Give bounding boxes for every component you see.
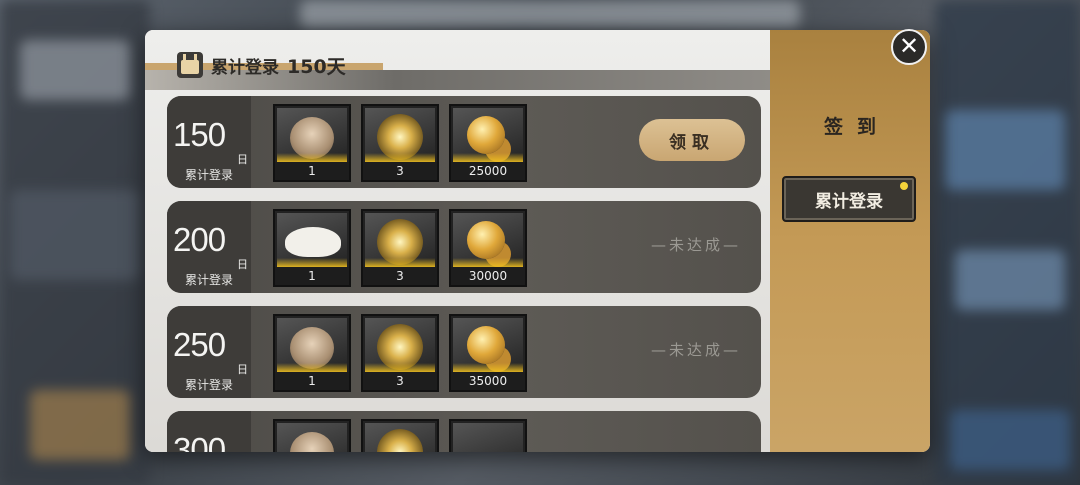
reward-item[interactable]: 1 [273, 209, 351, 287]
day-number: 300 [173, 431, 226, 452]
item-count: 3 [363, 267, 437, 285]
reward-item[interactable]: 35000 [449, 314, 527, 392]
item-count: 3 [363, 162, 437, 180]
reward-items: 1 3 30000 [273, 209, 527, 287]
day-number: 150 [173, 116, 226, 153]
day-counter: 150 日 累计登录 [167, 96, 251, 188]
day-caption: 累计登录 [184, 273, 233, 287]
day-caption: 累计登录 [184, 168, 233, 182]
tab-sidebar: 签到 累计登录 [770, 30, 930, 452]
reward-items: 1 3 35000 [273, 314, 527, 392]
calendar-icon [177, 52, 203, 78]
treasure-chest-icon [453, 423, 523, 452]
status-not-reached: —未达成— [650, 236, 741, 254]
gold-coins-icon [453, 213, 523, 268]
title-label: 累计登录 [211, 57, 279, 78]
reward-row-150: 150 日 累计登录 1 3 25000 领取 [167, 96, 761, 188]
item-count: 3 [363, 372, 437, 390]
reward-item[interactable]: 30000 [449, 209, 527, 287]
item-count: 1 [275, 372, 349, 390]
reward-row-200: 200 日 累计登录 1 3 30000 —未达成— [167, 201, 761, 293]
glowing-orb-icon [365, 318, 435, 373]
close-icon: ✕ [898, 32, 920, 60]
glowing-orb-icon [365, 423, 435, 452]
glowing-orb-icon [365, 108, 435, 163]
reward-item[interactable] [273, 419, 351, 452]
reward-item[interactable]: 1 [273, 104, 351, 182]
day-caption: 累计登录 [184, 378, 233, 392]
item-count: 35000 [451, 372, 525, 390]
reward-item[interactable]: 3 [361, 209, 439, 287]
notification-dot [900, 182, 908, 190]
reward-items [273, 419, 527, 452]
reward-item[interactable]: 3 [361, 314, 439, 392]
character-avatar-icon [277, 108, 347, 163]
day-counter: 300 [167, 411, 251, 452]
character-avatar-icon [277, 213, 347, 268]
panel-title: 累计登录 150天 [177, 50, 346, 80]
gold-coins-icon [453, 318, 523, 373]
tab-checkin[interactable]: 签到 [770, 112, 930, 139]
item-count: 1 [275, 162, 349, 180]
reward-row-250: 250 日 累计登录 1 3 35000 —未达成— [167, 306, 761, 398]
day-counter: 200 日 累计登录 [167, 201, 251, 293]
reward-list-area: 累计登录 150天 150 日 累计登录 1 3 25000 领取 200 日 … [145, 30, 770, 452]
character-avatar-icon [277, 318, 347, 373]
reward-item[interactable]: 3 [361, 104, 439, 182]
tab-cumulative-label: 累计登录 [815, 191, 883, 212]
reward-item[interactable]: 1 [273, 314, 351, 392]
close-button[interactable]: ✕ [891, 29, 927, 65]
reward-item[interactable]: 25000 [449, 104, 527, 182]
glowing-orb-icon [365, 213, 435, 268]
claim-button[interactable]: 领取 [639, 119, 745, 161]
cumulative-login-panel: 累计登录 150天 150 日 累计登录 1 3 25000 领取 200 日 … [145, 30, 930, 452]
gold-coins-icon [453, 108, 523, 163]
item-count: 1 [275, 267, 349, 285]
reward-item[interactable] [449, 419, 527, 452]
reward-items: 1 3 25000 [273, 104, 527, 182]
reward-item[interactable] [361, 419, 439, 452]
day-number: 200 [173, 221, 226, 258]
item-count: 30000 [451, 267, 525, 285]
reward-list[interactable]: 150 日 累计登录 1 3 25000 领取 200 日 累计登录 1 3 3… [167, 96, 761, 452]
character-avatar-icon [277, 423, 347, 452]
tab-cumulative-login[interactable]: 累计登录 [782, 176, 916, 222]
status-not-reached: —未达成— [650, 341, 741, 359]
day-number: 250 [173, 326, 226, 363]
title-days: 150天 [287, 55, 346, 78]
day-unit: 日 [237, 363, 248, 376]
day-counter: 250 日 累计登录 [167, 306, 251, 398]
item-count: 25000 [451, 162, 525, 180]
day-unit: 日 [237, 258, 248, 271]
day-unit: 日 [237, 153, 248, 166]
reward-row-300: 300 [167, 411, 761, 452]
